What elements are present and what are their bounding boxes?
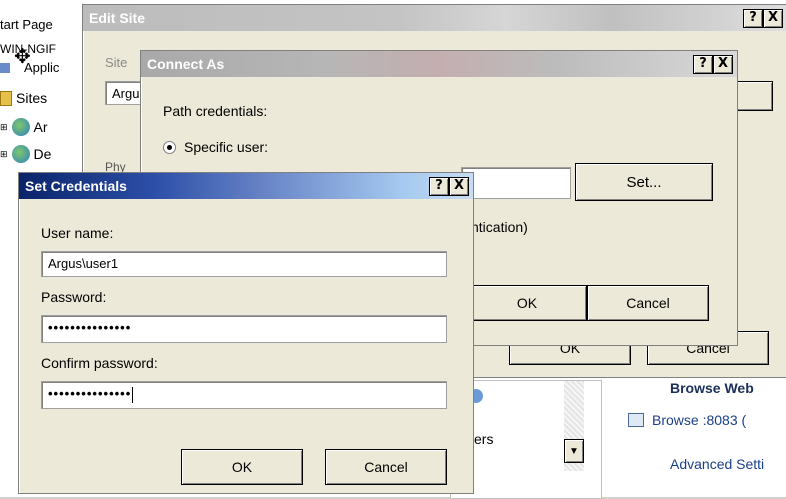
- help-button[interactable]: ?: [429, 177, 449, 196]
- tree-item-sites[interactable]: Sites: [0, 90, 47, 106]
- set-credentials-ok-button[interactable]: OK: [181, 449, 303, 485]
- edit-site-title: Edit Site: [89, 10, 146, 26]
- browser-icon: [628, 413, 644, 427]
- globe-icon: [11, 145, 30, 163]
- set-credentials-title: Set Credentials: [25, 178, 127, 194]
- expand-icon: ⊞: [0, 121, 8, 132]
- set-credentials-cancel-button[interactable]: Cancel: [325, 449, 447, 485]
- advanced-settings-link[interactable]: Advanced Setti: [670, 456, 764, 472]
- browse-link[interactable]: Browse :8083 (: [628, 412, 746, 428]
- globe-icon: [11, 118, 30, 136]
- connections-tree: tart Page WIN-NGIF Applic Sites ⊞ Ar ⊞ D…: [0, 0, 70, 200]
- connect-as-ok-button[interactable]: OK: [467, 285, 587, 321]
- password-label: Password:: [41, 289, 107, 305]
- app-pool-icon: [0, 62, 10, 73]
- site-name-input[interactable]: Argu: [105, 81, 145, 105]
- username-input[interactable]: Argus\user1: [41, 251, 447, 277]
- pass-through-label: ntication): [471, 219, 528, 235]
- help-button[interactable]: ?: [743, 9, 763, 28]
- site2-label: De: [33, 146, 52, 162]
- text-caret: [132, 386, 134, 403]
- confirm-password-label: Confirm password:: [41, 355, 158, 371]
- confirm-password-input[interactable]: •••••••••••••••: [41, 381, 447, 409]
- actions-panel: Browse Web Browse :8083 ( Advanced Setti: [620, 372, 786, 497]
- close-button[interactable]: X: [713, 55, 733, 74]
- path-credentials-label: Path credentials:: [163, 103, 268, 119]
- set-button[interactable]: Set...: [575, 163, 713, 201]
- scroll-down-button[interactable]: ▼: [564, 439, 584, 463]
- specific-user-label: Specific user:: [184, 139, 269, 155]
- site-name-label: Site: [105, 55, 128, 70]
- connect-as-cancel-button[interactable]: Cancel: [587, 285, 709, 321]
- specific-user-input[interactable]: [461, 167, 571, 199]
- connect-as-title: Connect As: [147, 56, 225, 72]
- site1-label: Ar: [33, 119, 48, 135]
- password-input[interactable]: •••••••••••••••: [41, 315, 447, 343]
- close-button[interactable]: X: [763, 9, 783, 28]
- username-label: User name:: [41, 225, 114, 241]
- browse-web-header: Browse Web: [670, 380, 754, 396]
- edit-site-titlebar[interactable]: Edit Site ? X: [83, 5, 786, 31]
- confirm-password-value: •••••••••••••••: [48, 386, 132, 401]
- browse-link-label: Browse :8083 (: [652, 412, 747, 428]
- sites-folder-icon: [0, 90, 12, 106]
- expand-icon: ⊞: [0, 148, 8, 159]
- sites-label: Sites: [16, 90, 48, 106]
- close-button[interactable]: X: [449, 177, 469, 196]
- tree-item-start-page[interactable]: tart Page: [0, 17, 53, 32]
- set-credentials-titlebar[interactable]: Set Credentials ? X: [19, 173, 473, 199]
- tree-item-site1[interactable]: ⊞ Ar: [0, 118, 48, 136]
- radio-selected-icon: [163, 140, 176, 154]
- tree-item-site2[interactable]: ⊞ De: [0, 145, 51, 163]
- set-credentials-dialog: Set Credentials ? X User name: Argus\use…: [18, 172, 474, 494]
- specific-user-radio[interactable]: Specific user:: [163, 139, 268, 155]
- help-button[interactable]: ?: [693, 55, 713, 74]
- connect-as-titlebar[interactable]: Connect As ? X: [141, 51, 737, 77]
- move-cursor-icon: ✥: [14, 44, 31, 68]
